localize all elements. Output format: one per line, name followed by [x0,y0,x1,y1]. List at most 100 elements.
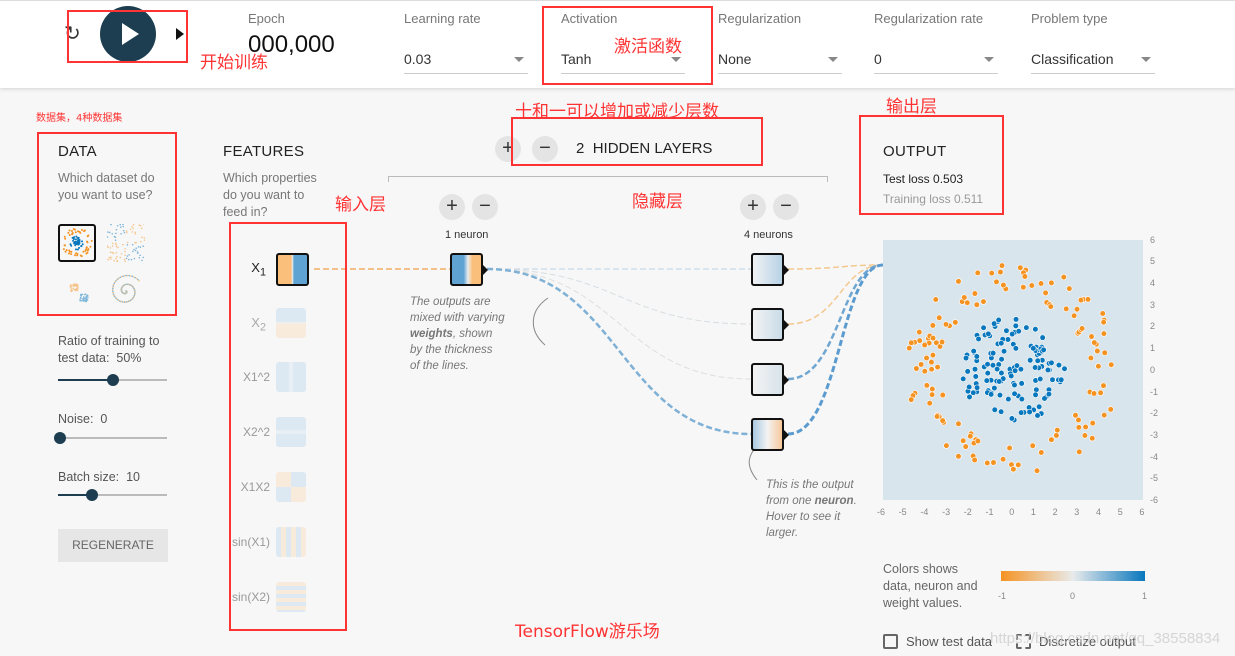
data-point [1027,357,1034,364]
data-point [1066,285,1073,292]
y-axis-tick: -1 [1150,386,1159,397]
data-point [1018,396,1025,403]
data-point [996,392,1004,399]
data-point [933,413,941,420]
data-point [943,442,950,449]
data-point [929,334,937,342]
output-arrow-icon [784,430,789,440]
data-point [1101,349,1108,356]
data-point [1005,395,1012,403]
data-point [1061,365,1068,372]
legend-tick: -1 [998,591,1007,601]
annotation-dataset: 数据集，4种数据集 [36,113,123,124]
data-point [1033,467,1041,474]
data-point [916,329,923,336]
data-point [998,262,1006,269]
x-axis-tick: 2 [1052,507,1058,517]
data-point [1044,366,1052,374]
data-point [1036,403,1043,410]
neuron-1-1[interactable] [450,253,483,286]
data-point [1075,424,1082,431]
annotation-layers: 十和一可以增加或减少层数 [515,102,719,122]
data-point [932,296,939,303]
x-axis-tick: 0 [1009,507,1015,517]
data-point [1012,367,1019,374]
data-point [908,339,915,346]
neuron-2-2[interactable] [751,308,784,341]
data-point [955,420,962,427]
neuron-note: This is the output from one neuron. Hove… [766,479,857,539]
neuron-2-4[interactable] [751,418,784,451]
data-point [972,373,979,380]
data-point [1089,420,1096,427]
x-axis-tick: 1 [1030,507,1036,517]
data-point [936,314,943,321]
annotation-box [229,222,347,631]
data-point [1039,334,1046,341]
y-axis-tick: 5 [1150,256,1156,267]
data-point [1003,327,1010,334]
show-test-data-checkbox[interactable] [883,634,898,649]
data-point [928,359,935,366]
data-point [970,348,977,355]
data-point [1100,330,1108,337]
watermark: https://blog.csdn.net/qq_38558834 [990,630,1221,647]
output-heatmap-plot[interactable] [883,240,1143,500]
add-neuron-layer2-button[interactable]: + [740,194,766,220]
y-axis-tick: 1 [1150,343,1156,354]
data-point [984,361,991,368]
note-arrow[interactable] [532,297,549,346]
data-point [983,377,990,384]
data-point [929,351,937,359]
link-n2-output[interactable] [787,264,884,325]
data-point [974,269,981,276]
data-point [1017,366,1025,373]
data-point [918,361,925,368]
x-axis-tick: -1 [985,507,994,517]
data-point [962,354,970,362]
x-axis-tick: -4 [920,507,929,517]
data-point [980,298,987,305]
annotation-box [859,115,1004,215]
data-point [1097,389,1104,396]
neuron-2-3[interactable] [751,363,784,396]
neuron-2-1[interactable] [751,253,784,286]
link-n1-n2[interactable] [486,268,752,380]
remove-neuron-layer2-button[interactable]: − [773,194,799,220]
annotation-box [511,117,763,166]
link-n2-output[interactable] [787,263,884,436]
add-neuron-layer1-button[interactable]: + [439,194,465,220]
data-point [1099,310,1106,317]
data-point [955,453,962,460]
data-point [985,330,992,338]
data-point [967,433,974,440]
data-point [1000,281,1007,289]
link-n1-n2[interactable] [486,267,752,436]
data-point [1028,282,1035,289]
data-point [1034,412,1041,419]
data-point [980,324,987,331]
data-point [975,335,982,343]
data-point [1048,436,1055,443]
data-point [929,391,936,398]
layer2-count: 4 neurons [744,229,793,241]
data-point [1012,322,1019,329]
annotation-footer: TensorFlow游乐场 [515,622,660,642]
link-n1-n2[interactable] [486,268,752,325]
data-point [938,338,946,346]
data-point [964,299,971,306]
data-point [955,278,962,285]
annotation-activation: 激活函数 [614,37,682,57]
data-point [1049,376,1056,383]
data-point [1032,391,1039,398]
data-point [1048,279,1055,287]
data-point [1012,345,1019,352]
data-point [1107,406,1114,413]
data-point [991,320,998,327]
data-point [1058,376,1065,383]
data-point [997,268,1004,276]
remove-neuron-layer1-button[interactable]: − [472,194,498,220]
data-point [1030,345,1037,352]
data-point [929,322,936,329]
data-point [996,378,1003,385]
